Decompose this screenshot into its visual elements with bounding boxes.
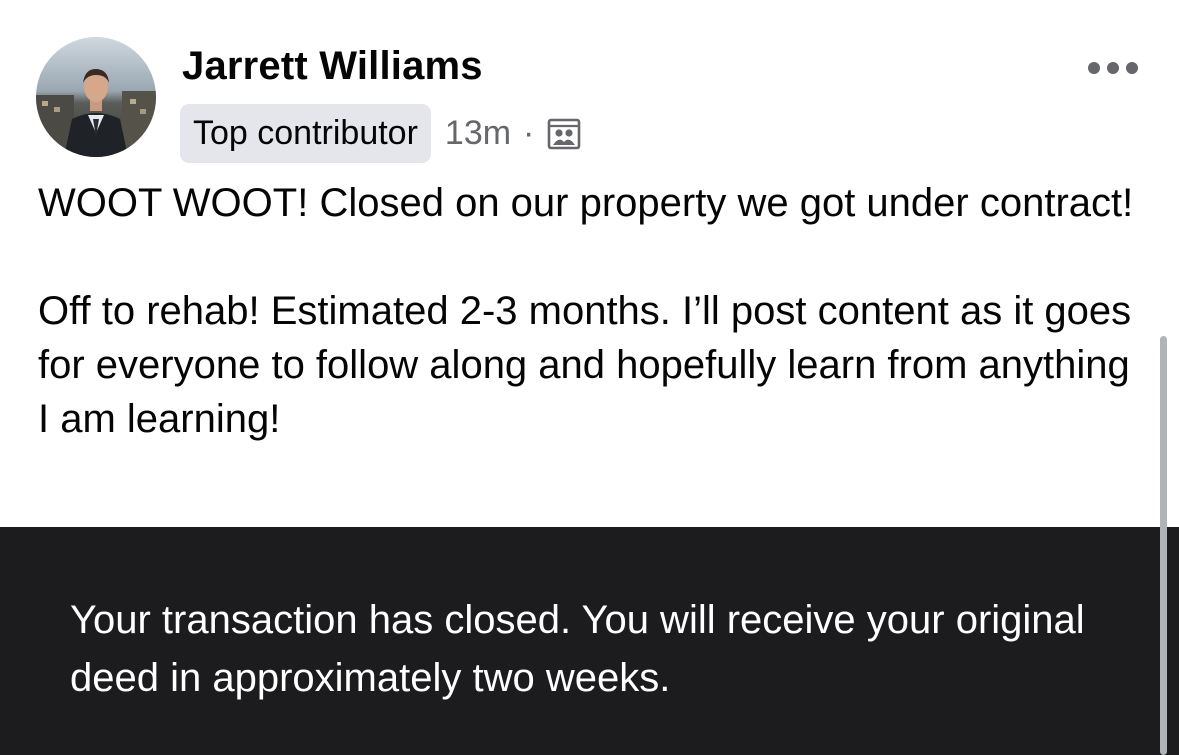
avatar-photo: [36, 37, 156, 157]
transaction-closed-message: Your transaction has closed. You will re…: [70, 598, 1085, 700]
scrollbar-thumb[interactable]: [1160, 336, 1167, 755]
meta-separator: ·: [523, 114, 535, 152]
attached-image-screenshot[interactable]: Your transaction has closed. You will re…: [0, 527, 1179, 755]
top-contributor-badge[interactable]: Top contributor: [180, 104, 431, 163]
more-options-icon: [1088, 62, 1138, 74]
group-icon-glyph: [548, 118, 581, 149]
post-message: WOOT WOOT! Closed on our property we got…: [38, 176, 1138, 446]
post-meta: Top contributor 13m ·: [180, 104, 582, 163]
post-card: Jarrett Williams Top contributor 13m · W…: [0, 0, 1179, 755]
author-name[interactable]: Jarrett Williams: [182, 42, 483, 90]
post-paragraph-1: WOOT WOOT! Closed on our property we got…: [38, 181, 1134, 225]
post-timestamp[interactable]: 13m: [445, 104, 511, 163]
more-options-button[interactable]: [1082, 50, 1144, 86]
author-avatar[interactable]: [36, 37, 156, 157]
post-paragraph-2: Off to rehab! Estimated 2-3 months. I’ll…: [38, 289, 1132, 441]
group-audience-icon[interactable]: [546, 116, 582, 152]
